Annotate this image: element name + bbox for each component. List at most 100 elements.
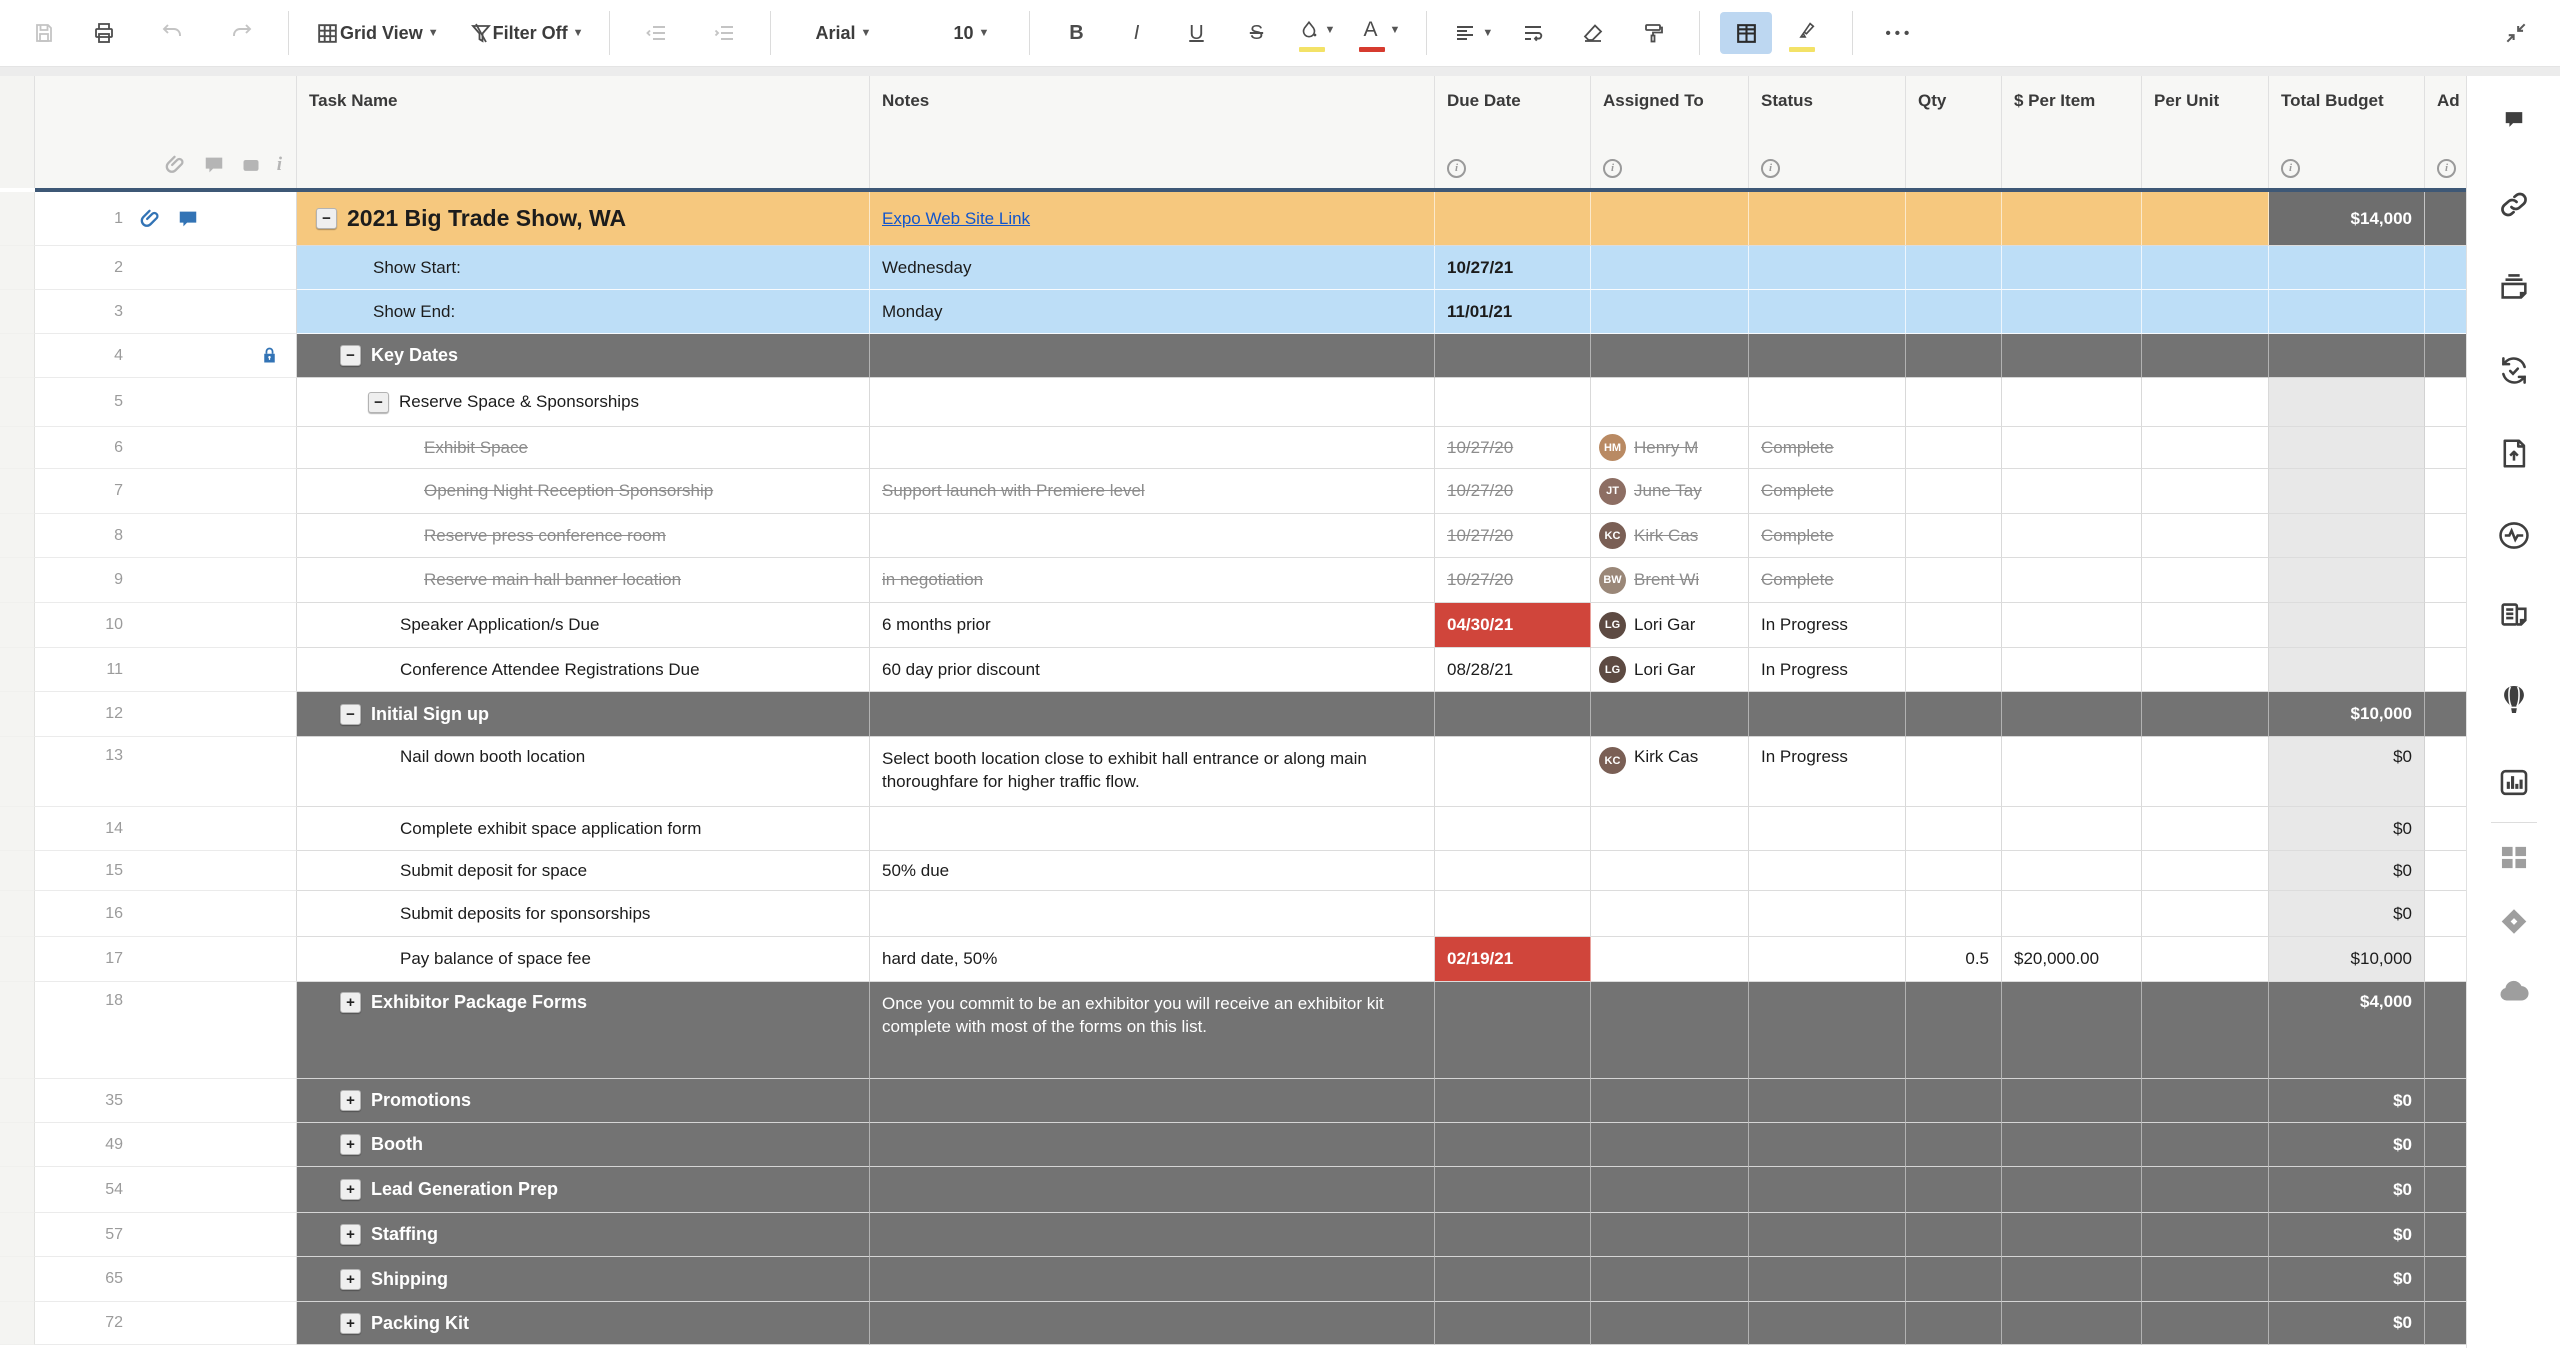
due-date-cell[interactable] [1435, 851, 1591, 891]
qty-cell[interactable] [1906, 807, 2002, 851]
highlight-button[interactable] [1780, 9, 1832, 57]
more-options-button[interactable]: ••• [1873, 12, 1925, 54]
task-cell[interactable]: − Reserve Space & Sponsorships [297, 378, 870, 427]
column-header-total[interactable]: Total Budget i [2269, 76, 2425, 188]
notes-cell[interactable]: Select booth location close to exhibit h… [870, 737, 1435, 807]
due-date-cell[interactable] [1435, 334, 1591, 378]
sync-check-icon[interactable] [2497, 354, 2531, 393]
task-cell[interactable]: Nail down booth location [297, 737, 870, 807]
row-number[interactable]: 6 [35, 427, 297, 469]
per-unit-cell[interactable] [2142, 937, 2269, 982]
total-budget-cell[interactable] [2269, 246, 2425, 290]
total-budget-cell[interactable]: $10,000 [2269, 692, 2425, 737]
per-unit-cell[interactable] [2142, 737, 2269, 807]
total-budget-cell[interactable]: $0 [2269, 807, 2425, 851]
notes-cell[interactable]: in negotiation [870, 558, 1435, 603]
due-date-cell[interactable]: 11/01/21 [1435, 290, 1591, 334]
collapse-toggle[interactable]: − [340, 703, 361, 725]
notes-cell[interactable] [870, 334, 1435, 378]
notes-cell[interactable] [870, 1123, 1435, 1167]
per-item-cell[interactable] [2002, 427, 2142, 469]
filter-selector[interactable]: Filter Off ▼ [463, 12, 590, 54]
due-date-cell[interactable] [1435, 192, 1591, 246]
per-unit-cell[interactable] [2142, 469, 2269, 514]
row-number[interactable]: 2 [35, 246, 297, 290]
column-header-due[interactable]: Due Date i [1435, 76, 1591, 188]
qty-cell[interactable] [1906, 1302, 2002, 1345]
expand-toggle[interactable]: + [340, 1312, 361, 1334]
qty-cell[interactable] [1906, 1079, 2002, 1123]
per-item-cell[interactable] [2002, 246, 2142, 290]
align-button[interactable]: ▼ [1447, 12, 1499, 54]
notes-cell[interactable] [870, 891, 1435, 937]
expand-toggle[interactable]: + [340, 1268, 361, 1290]
assigned-to-cell[interactable] [1591, 1257, 1749, 1302]
total-budget-cell[interactable]: $0 [2269, 1213, 2425, 1257]
row-number[interactable]: 14 [35, 807, 297, 851]
info-icon[interactable]: i [2281, 159, 2300, 178]
assigned-to-cell[interactable] [1591, 937, 1749, 982]
due-date-cell[interactable]: 10/27/21 [1435, 246, 1591, 290]
total-budget-cell[interactable]: $4,000 [2269, 982, 2425, 1079]
status-cell[interactable]: Complete [1749, 469, 1906, 514]
notes-cell[interactable]: 60 day prior discount [870, 648, 1435, 692]
qty-cell[interactable] [1906, 982, 2002, 1079]
per-item-cell[interactable] [2002, 514, 2142, 558]
per-unit-cell[interactable] [2142, 648, 2269, 692]
row-number[interactable]: 3 [35, 290, 297, 334]
per-item-cell[interactable] [2002, 290, 2142, 334]
status-cell[interactable]: In Progress [1749, 603, 1906, 648]
expand-toggle[interactable]: + [340, 992, 361, 1013]
status-cell[interactable] [1749, 290, 1906, 334]
task-cell[interactable]: + Booth [297, 1123, 870, 1167]
activity-icon[interactable] [2497, 519, 2531, 558]
notes-cell[interactable] [870, 1302, 1435, 1345]
notes-cell[interactable] [870, 427, 1435, 469]
status-cell[interactable] [1749, 692, 1906, 737]
notes-cell[interactable] [870, 1079, 1435, 1123]
info-icon[interactable]: i [1603, 159, 1622, 178]
assigned-to-cell[interactable]: BW Brent Wi [1591, 558, 1749, 603]
link-icon[interactable] [2497, 188, 2531, 227]
qty-cell[interactable] [1906, 603, 2002, 648]
per-item-cell[interactable] [2002, 334, 2142, 378]
task-cell[interactable]: Submit deposits for sponsorships [297, 891, 870, 937]
due-date-cell[interactable] [1435, 1257, 1591, 1302]
ad-cell[interactable] [2425, 737, 2467, 807]
row-number[interactable]: 5 [35, 378, 297, 427]
qty-cell[interactable] [1906, 290, 2002, 334]
task-cell[interactable]: + Exhibitor Package Forms [297, 982, 870, 1079]
per-unit-cell[interactable] [2142, 1213, 2269, 1257]
assigned-to-cell[interactable]: JT June Tay [1591, 469, 1749, 514]
per-item-cell[interactable] [2002, 603, 2142, 648]
due-date-cell[interactable] [1435, 1123, 1591, 1167]
total-budget-cell[interactable]: $10,000 [2269, 937, 2425, 982]
qty-cell[interactable] [1906, 558, 2002, 603]
status-cell[interactable] [1749, 246, 1906, 290]
per-item-cell[interactable] [2002, 1167, 2142, 1213]
per-unit-cell[interactable] [2142, 1123, 2269, 1167]
per-unit-cell[interactable] [2142, 1167, 2269, 1213]
borders-button[interactable] [1720, 12, 1773, 54]
per-unit-cell[interactable] [2142, 334, 2269, 378]
per-item-cell[interactable] [2002, 469, 2142, 514]
underline-button[interactable]: U [1170, 12, 1222, 54]
squares-grid-icon[interactable] [2497, 841, 2531, 880]
row-number[interactable]: 8 [35, 514, 297, 558]
task-cell[interactable]: Pay balance of space fee [297, 937, 870, 982]
qty-cell[interactable]: 0.5 [1906, 937, 2002, 982]
notes-cell[interactable]: Monday [870, 290, 1435, 334]
notes-cell[interactable] [870, 1257, 1435, 1302]
per-unit-cell[interactable] [2142, 192, 2269, 246]
total-budget-cell[interactable] [2269, 603, 2425, 648]
qty-cell[interactable] [1906, 1167, 2002, 1213]
notes-hyperlink[interactable]: Expo Web Site Link [882, 209, 1030, 229]
notes-cell[interactable] [870, 378, 1435, 427]
per-item-cell[interactable] [2002, 692, 2142, 737]
status-cell[interactable]: Complete [1749, 514, 1906, 558]
summary-card-icon[interactable] [2497, 598, 2531, 637]
task-cell[interactable]: + Shipping [297, 1257, 870, 1302]
per-unit-cell[interactable] [2142, 603, 2269, 648]
due-date-cell[interactable] [1435, 737, 1591, 807]
per-unit-cell[interactable] [2142, 851, 2269, 891]
